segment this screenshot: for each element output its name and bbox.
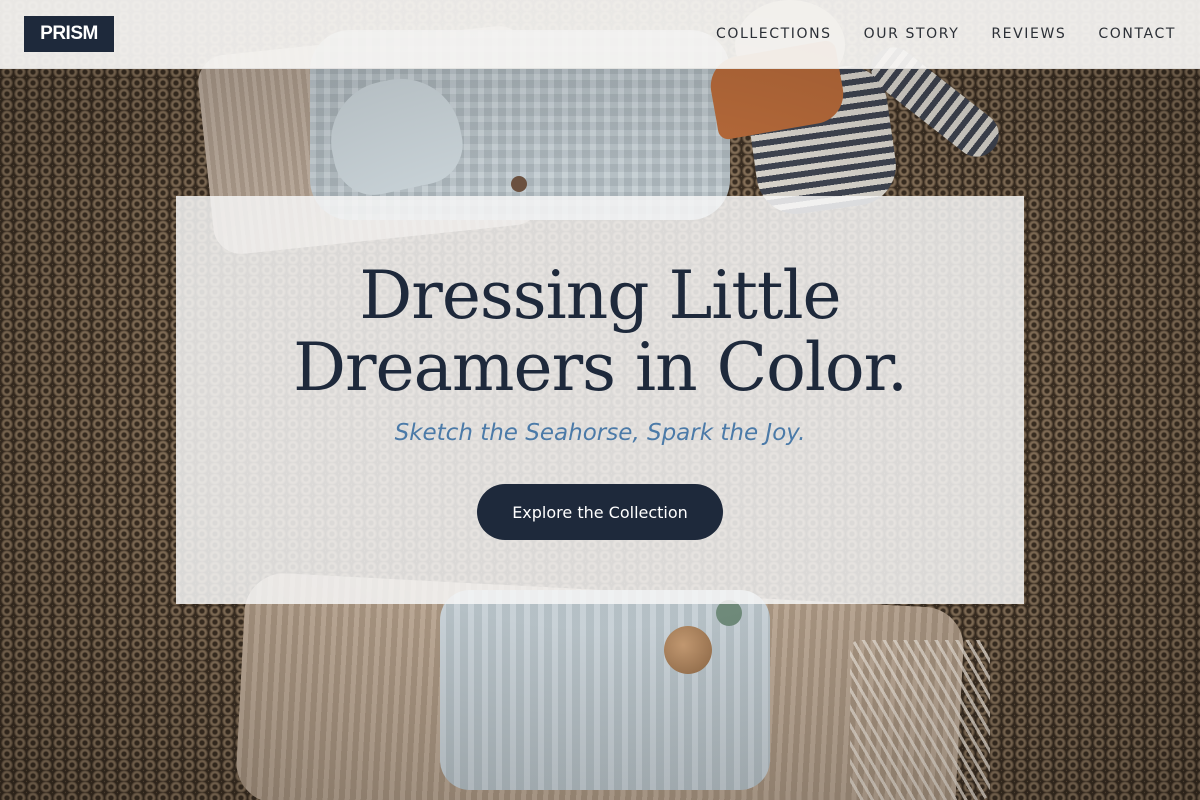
muslin-blanket-bottom bbox=[234, 571, 966, 800]
hero-title-line-1: Dressing Little bbox=[359, 257, 841, 334]
shirt-button bbox=[511, 176, 527, 192]
shirt-collar bbox=[319, 67, 471, 203]
nav-item-contact[interactable]: CONTACT bbox=[1098, 26, 1176, 42]
pacifier-clip bbox=[664, 626, 712, 674]
nav-item-our-story[interactable]: OUR STORY bbox=[864, 26, 960, 42]
hero-tagline: Sketch the Seahorse, Spark the Joy. bbox=[394, 420, 806, 446]
logo[interactable]: PRISM bbox=[24, 16, 114, 52]
blanket-fringe bbox=[850, 640, 990, 800]
landing-page: PRISM COLLECTIONS OUR STORY REVIEWS CONT… bbox=[0, 0, 1200, 800]
site-header: PRISM COLLECTIONS OUR STORY REVIEWS CONT… bbox=[0, 0, 1200, 69]
explore-collection-button[interactable]: Explore the Collection bbox=[477, 484, 723, 540]
nav-item-reviews[interactable]: REVIEWS bbox=[991, 26, 1066, 42]
main-nav: COLLECTIONS OUR STORY REVIEWS CONTACT bbox=[716, 0, 1176, 68]
hero-title: Dressing Little Dreamers in Color. bbox=[176, 260, 1024, 404]
hero-card: Dressing Little Dreamers in Color. Sketc… bbox=[176, 196, 1024, 604]
nav-item-collections[interactable]: COLLECTIONS bbox=[716, 26, 832, 42]
baby-pants bbox=[440, 590, 770, 790]
hero-title-line-2: Dreamers in Color. bbox=[293, 329, 908, 406]
